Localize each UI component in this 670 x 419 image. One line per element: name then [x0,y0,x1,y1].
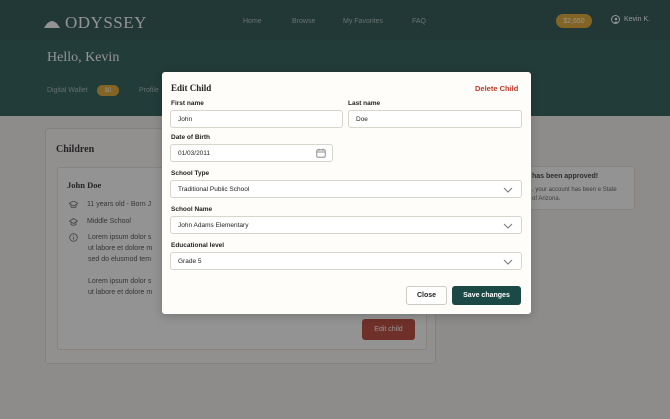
chevron-down-icon [503,259,513,265]
school-name-value: John Adams Elementary [178,221,249,229]
first-name-field[interactable]: John [170,110,343,128]
chevron-down-icon [503,223,513,229]
dob-field[interactable]: 01/03/2011 [170,144,333,162]
school-type-select[interactable]: Traditional Public School [170,180,522,198]
save-changes-button[interactable]: Save changes [452,286,521,305]
edu-level-select[interactable]: Grade 5 [170,252,522,270]
calendar-icon[interactable] [316,148,326,158]
delete-child-link[interactable]: Delete Child [475,84,518,93]
dob-label: Date of Birth [171,134,210,141]
last-name-label: Last name [348,100,381,107]
last-name-field[interactable]: Doe [348,110,522,128]
dob-value: 01/03/2011 [178,149,211,157]
chevron-down-icon [503,187,513,193]
school-name-label: School Name [171,206,213,213]
school-type-value: Traditional Public School [178,185,250,193]
school-type-label: School Type [171,170,210,177]
edu-level-label: Educational level [171,242,225,249]
edu-level-value: Grade 5 [178,257,202,265]
modal-title: Edit Child [171,83,212,93]
close-button[interactable]: Close [406,286,447,305]
school-name-select[interactable]: John Adams Elementary [170,216,522,234]
first-name-label: First name [171,100,204,107]
